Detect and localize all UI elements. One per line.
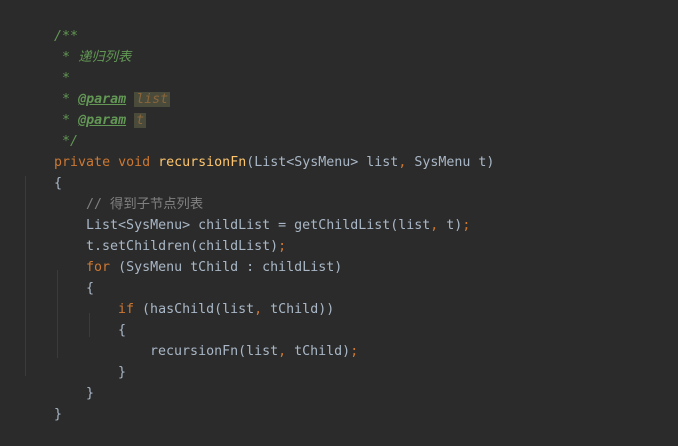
code-line-5[interactable]: * @param t (22, 89, 147, 128)
statement-part2: t) (438, 218, 463, 233)
call-part2: tChild) (286, 344, 351, 359)
code-line-16[interactable]: recursionFn(list, tChild); (118, 320, 358, 359)
code-line-1[interactable]: /** (22, 5, 78, 44)
code-line-4[interactable]: * @param list (22, 68, 171, 107)
code-line-2[interactable]: * 递归列表 (22, 26, 131, 65)
call-part1: recursionFn(list (150, 344, 279, 359)
code-line-6[interactable]: */ (22, 110, 78, 149)
param-tag: @param (78, 113, 127, 128)
code-line-10[interactable]: List<SysMenu> childList = getChildList(l… (54, 194, 470, 233)
code-line-8[interactable]: { (22, 152, 62, 191)
code-line-13[interactable]: { (54, 257, 94, 296)
code-line-18[interactable]: } (54, 362, 94, 401)
for-header: (SysMenu tChild : childList) (110, 260, 343, 275)
comma: , (278, 344, 287, 359)
method-name: recursionFn (158, 155, 247, 170)
code-line-17[interactable]: } (86, 341, 126, 380)
if-condition-part2: tChild)) (262, 302, 335, 317)
param-list-part1: (List<SysMenu> list (246, 155, 399, 170)
param-list-part2: SysMenu t) (406, 155, 495, 170)
code-line-7[interactable]: private void recursionFn(List<SysMenu> l… (22, 131, 494, 170)
keyword-void: void (118, 155, 151, 170)
comma: , (254, 302, 263, 317)
semicolon: ; (462, 218, 471, 233)
semicolon: ; (350, 344, 359, 359)
modifier-private: private (54, 155, 111, 170)
code-line-14[interactable]: if (hasChild(list, tChild)) (86, 278, 334, 317)
param-name-t: t (134, 113, 147, 128)
code-line-9[interactable]: // 得到子节点列表 (54, 173, 203, 212)
code-line-19[interactable]: } (22, 383, 62, 422)
code-line-11[interactable]: t.setChildren(childList); (54, 215, 286, 254)
code-line-15[interactable]: { (86, 299, 126, 338)
code-line-3[interactable]: * (22, 47, 70, 86)
code-editor[interactable]: /** * 递归列表 * * @param list * @param t */… (0, 0, 678, 422)
doc-comment-text: 递归列表 (78, 50, 132, 65)
if-condition-part1: (hasChild(list (134, 302, 255, 317)
close-brace: } (118, 365, 127, 380)
code-line-12[interactable]: for (SysMenu tChild : childList) (54, 236, 342, 275)
close-brace: } (86, 386, 95, 401)
